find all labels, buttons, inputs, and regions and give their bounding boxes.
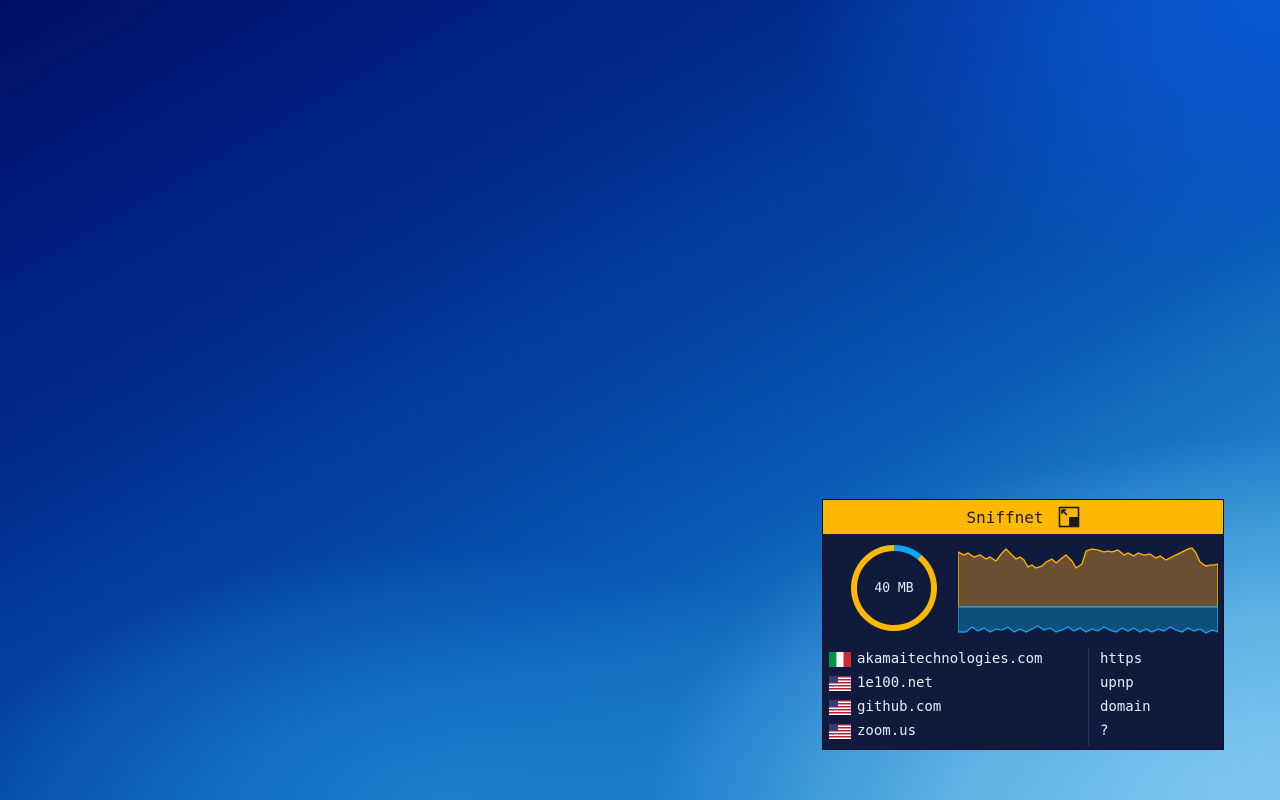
restore-window-icon[interactable] — [1058, 506, 1080, 528]
host-row: akamaitechnologies.com — [829, 649, 1042, 669]
us-flag-icon — [829, 723, 851, 739]
host-name: akamaitechnologies.com — [857, 651, 1043, 667]
traffic-area-chart — [958, 547, 1218, 634]
connections-section: akamaitechnologies.com 1e100.net github.… — [823, 646, 1223, 746]
service-label: domain — [1100, 699, 1151, 715]
host-row: 1e100.net — [829, 673, 933, 693]
us-flag-icon — [829, 699, 851, 715]
incoming-area — [958, 547, 1218, 608]
traffic-stats: 40 MB — [823, 534, 1223, 639]
service-label: ? — [1100, 723, 1109, 739]
connections-divider — [1088, 649, 1089, 746]
host-name: zoom.us — [857, 723, 917, 739]
service-label: https — [1100, 651, 1143, 667]
outgoing-area — [958, 606, 1218, 634]
widget-titlebar[interactable]: Sniffnet — [823, 500, 1223, 534]
sniffnet-widget: Sniffnet 40 MB akamaitechnologies.com 1e… — [822, 499, 1224, 750]
host-name: 1e100.net — [857, 675, 933, 691]
host-name: github.com — [857, 699, 942, 715]
total-traffic-label: 40 MB — [874, 580, 914, 596]
it-flag-icon — [829, 651, 851, 667]
service-label: upnp — [1100, 675, 1134, 691]
host-row: github.com — [829, 697, 941, 717]
us-flag-icon — [829, 675, 851, 691]
widget-title: Sniffnet — [966, 507, 1044, 527]
host-row: zoom.us — [829, 721, 916, 741]
